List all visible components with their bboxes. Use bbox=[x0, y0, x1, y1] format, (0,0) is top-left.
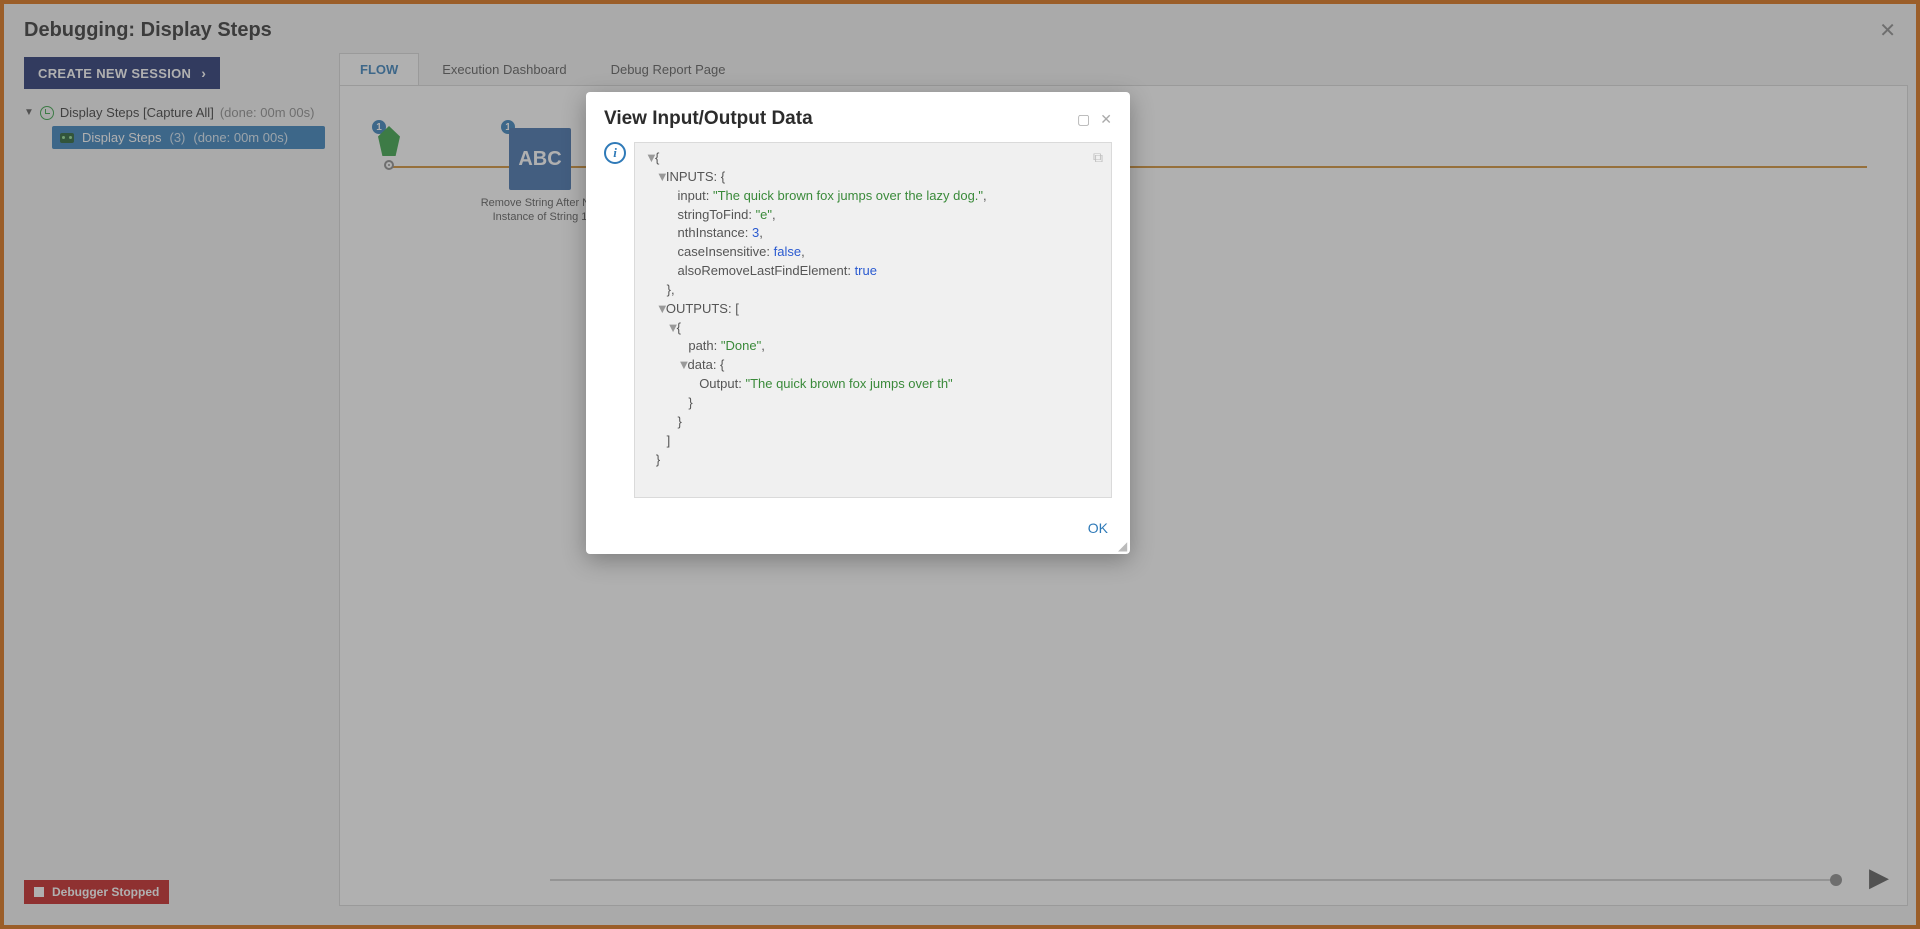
output-value: "The quick brown fox jumps over th" bbox=[745, 376, 952, 391]
json-tree: ▼{ ▼INPUTS: { input: "The quick brown fo… bbox=[645, 149, 1101, 469]
input-value: "The quick brown fox jumps over the lazy… bbox=[713, 188, 983, 203]
nthinstance-value: 3 bbox=[752, 225, 759, 240]
alsoremove-value: true bbox=[855, 263, 877, 278]
stringtofind-value: "e" bbox=[756, 207, 772, 222]
modal-close-icon[interactable]: ✕ bbox=[1100, 111, 1112, 128]
resize-grip-icon[interactable]: ◢ bbox=[1118, 542, 1128, 552]
info-icon: i bbox=[604, 142, 626, 164]
path-value: "Done" bbox=[721, 338, 761, 353]
modal-title: View Input/Output Data bbox=[604, 108, 813, 130]
modal-body: i ⧉ ▼{ ▼INPUTS: { input: "The quick brow… bbox=[604, 142, 1112, 498]
modal-footer: OK bbox=[604, 514, 1112, 542]
io-data-modal: View Input/Output Data ▢ ✕ i ⧉ ▼{ ▼INPUT… bbox=[586, 92, 1130, 554]
caseinsensitive-value: false bbox=[774, 244, 801, 259]
maximize-icon[interactable]: ▢ bbox=[1077, 111, 1090, 128]
copy-icon[interactable]: ⧉ bbox=[1093, 149, 1103, 166]
modal-controls: ▢ ✕ bbox=[1077, 111, 1112, 128]
data-viewer: ⧉ ▼{ ▼INPUTS: { input: "The quick brown … bbox=[634, 142, 1112, 498]
modal-header: View Input/Output Data ▢ ✕ bbox=[604, 108, 1112, 130]
ok-button[interactable]: OK bbox=[1084, 514, 1112, 542]
